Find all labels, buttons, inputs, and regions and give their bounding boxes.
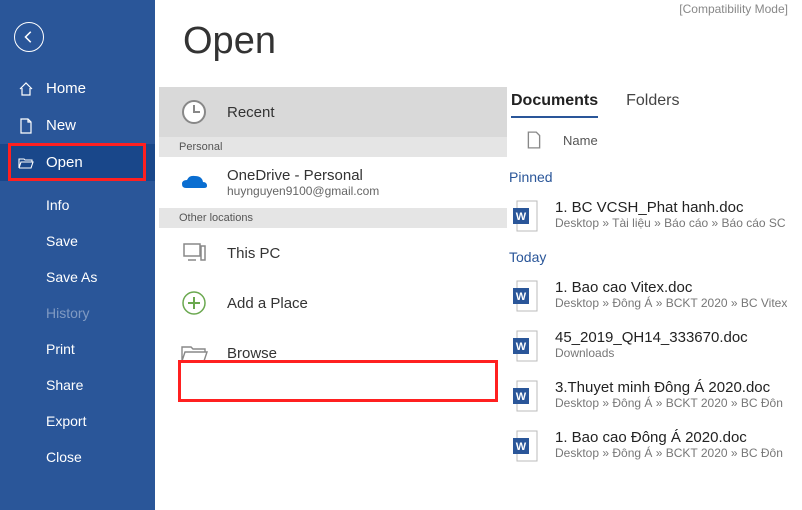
open-folder-icon <box>18 155 34 171</box>
page-title: Open <box>183 20 507 63</box>
file-path: Desktop » Đông Á » BCKT 2020 » BC Đôn <box>555 446 783 460</box>
location-label: OneDrive - Personal <box>227 167 379 184</box>
file-header-icon <box>525 131 543 149</box>
location-label: This PC <box>227 245 487 262</box>
location-recent[interactable]: Recent <box>159 87 507 137</box>
browse-folder-icon <box>179 338 209 368</box>
sub-info[interactable]: Info <box>0 187 155 223</box>
word-doc-icon: W <box>511 379 541 413</box>
svg-text:W: W <box>516 291 527 303</box>
svg-text:W: W <box>516 211 527 223</box>
sub-nav: Info Save Save As History Print Share Ex… <box>0 187 155 475</box>
file-item[interactable]: W 3.Thuyet minh Đông Á 2020.doc Desktop … <box>507 371 802 421</box>
file-name: 3.Thuyet minh Đông Á 2020.doc <box>555 379 783 396</box>
file-path: Desktop » Tài liệu » Báo cáo » Báo cáo S… <box>555 216 786 230</box>
sub-save[interactable]: Save <box>0 223 155 259</box>
sub-close[interactable]: Close <box>0 439 155 475</box>
file-path: Downloads <box>555 346 748 360</box>
nav-label: Open <box>46 154 83 171</box>
clock-icon <box>179 97 209 127</box>
location-browse[interactable]: Browse <box>159 328 507 378</box>
sub-export[interactable]: Export <box>0 403 155 439</box>
titlebar-fragment: [Compatibility Mode] <box>665 0 802 18</box>
file-name: 45_2019_QH14_333670.doc <box>555 329 748 346</box>
back-arrow-icon <box>22 30 36 44</box>
file-item[interactable]: W 45_2019_QH14_333670.doc Downloads <box>507 321 802 371</box>
group-pinned: Pinned <box>507 161 802 191</box>
tab-folders[interactable]: Folders <box>626 92 679 118</box>
svg-text:W: W <box>516 341 527 353</box>
file-item[interactable]: W 1. BC VCSH_Phat hanh.doc Desktop » Tài… <box>507 191 802 241</box>
location-addplace[interactable]: Add a Place <box>159 278 507 328</box>
svg-text:W: W <box>516 391 527 403</box>
file-path: Desktop » Đông Á » BCKT 2020 » BC Đôn <box>555 396 783 410</box>
tab-documents[interactable]: Documents <box>511 92 598 118</box>
file-item[interactable]: W 1. Bao cao Đông Á 2020.doc Desktop » Đ… <box>507 421 802 471</box>
backstage-sidebar: Home New Open Info Save Save As History … <box>0 0 155 510</box>
sub-print[interactable]: Print <box>0 331 155 367</box>
word-doc-icon: W <box>511 279 541 313</box>
file-item[interactable]: W 1. Bao cao Vitex.doc Desktop » Đông Á … <box>507 271 802 321</box>
nav-open[interactable]: Open <box>0 144 155 181</box>
nav-label: Home <box>46 80 86 97</box>
list-header-name[interactable]: Name <box>563 133 598 148</box>
location-label: Recent <box>227 104 487 121</box>
location-label: Browse <box>227 345 487 362</box>
location-label: Add a Place <box>227 295 487 312</box>
sub-share[interactable]: Share <box>0 367 155 403</box>
add-place-icon <box>179 288 209 318</box>
new-doc-icon <box>18 118 34 134</box>
locations-header-personal: Personal <box>159 137 507 157</box>
file-tabs: Documents Folders <box>507 92 802 119</box>
sub-history: History <box>0 295 155 331</box>
file-path: Desktop » Đông Á » BCKT 2020 » BC Vitex <box>555 296 787 310</box>
group-today: Today <box>507 241 802 271</box>
file-name: 1. Bao cao Vitex.doc <box>555 279 787 296</box>
word-doc-icon: W <box>511 329 541 363</box>
list-header: Name <box>507 119 802 161</box>
locations-header-other: Other locations <box>159 208 507 228</box>
pc-icon <box>179 238 209 268</box>
word-doc-icon: W <box>511 429 541 463</box>
location-sublabel: huynguyen9100@gmail.com <box>227 184 379 198</box>
svg-text:W: W <box>516 441 527 453</box>
sub-save-as[interactable]: Save As <box>0 259 155 295</box>
locations-pane: Open Recent Personal OneDrive - Personal… <box>155 0 507 510</box>
file-list-pane: [Compatibility Mode] Documents Folders N… <box>507 0 802 510</box>
onedrive-icon <box>179 168 209 198</box>
file-name: 1. Bao cao Đông Á 2020.doc <box>555 429 783 446</box>
location-onedrive[interactable]: OneDrive - Personal huynguyen9100@gmail.… <box>159 157 507 208</box>
back-button[interactable] <box>14 22 44 52</box>
nav-label: New <box>46 117 76 134</box>
home-icon <box>18 81 34 97</box>
file-name: 1. BC VCSH_Phat hanh.doc <box>555 199 786 216</box>
nav-home[interactable]: Home <box>0 70 155 107</box>
nav-new[interactable]: New <box>0 107 155 144</box>
location-thispc[interactable]: This PC <box>159 228 507 278</box>
word-doc-icon: W <box>511 199 541 233</box>
